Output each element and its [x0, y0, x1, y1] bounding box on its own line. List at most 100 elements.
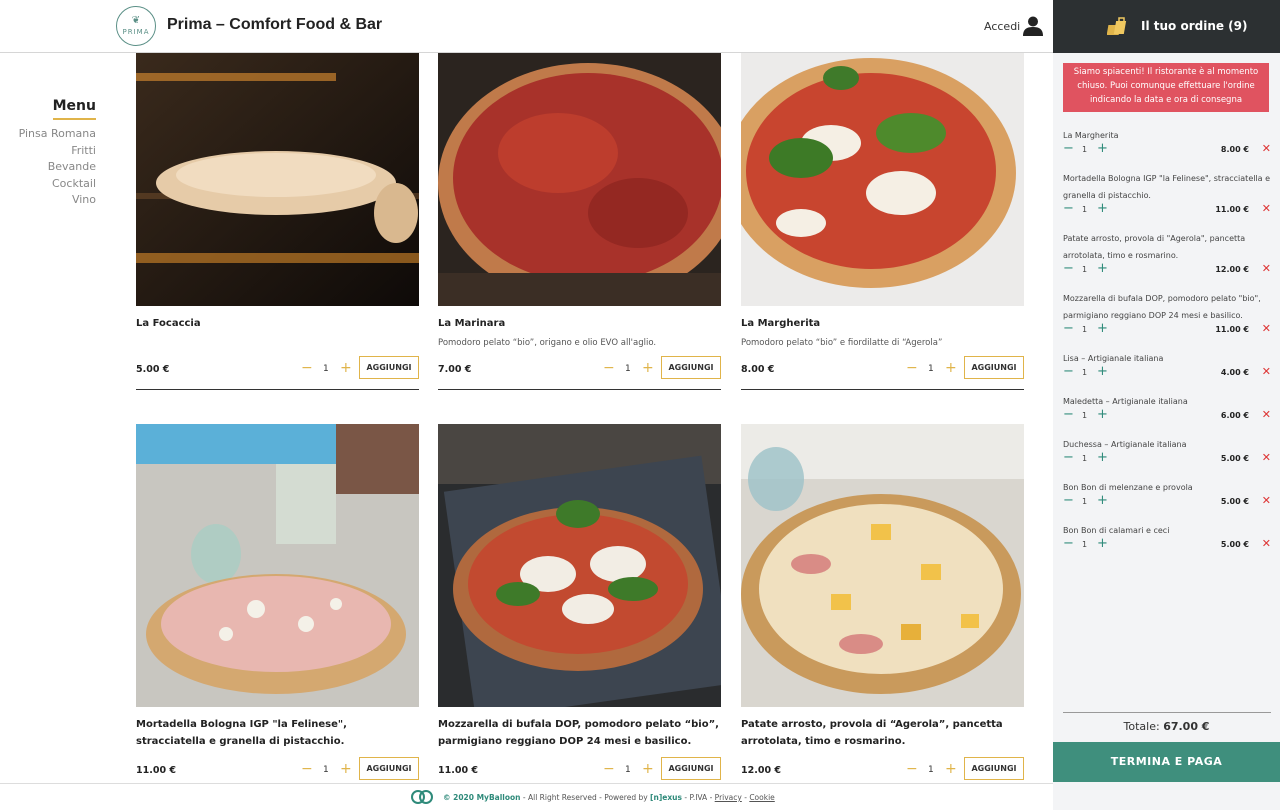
order-decrease-button[interactable]: − [1063, 141, 1074, 156]
remove-item-icon[interactable]: ✕ [1262, 202, 1271, 215]
order-header[interactable]: Il tuo ordine (9) [1053, 0, 1280, 53]
site-footer: © 2020 MyBalloon - All Right Reserved - … [0, 783, 1053, 810]
qty-value: 1 [928, 364, 934, 374]
qty-value: 1 [625, 765, 631, 775]
remove-item-icon[interactable]: ✕ [1262, 142, 1271, 155]
increase-qty-button[interactable]: + [340, 761, 352, 777]
add-to-cart-button[interactable]: AGGIUNGI [359, 356, 419, 379]
privacy-link[interactable]: Privacy [715, 793, 742, 802]
product-name: La Margherita [741, 318, 821, 329]
user-icon[interactable] [1022, 15, 1044, 37]
brand-title: Prima – Comfort Food & Bar [167, 16, 383, 33]
increase-qty-button[interactable]: + [945, 761, 957, 777]
total-value: 67.00 € [1163, 720, 1210, 733]
qty-value: 1 [625, 364, 631, 374]
remove-item-icon[interactable]: ✕ [1262, 537, 1271, 550]
order-increase-button[interactable]: + [1097, 364, 1108, 379]
order-item-price: 11.00 € [1215, 325, 1249, 334]
increase-qty-button[interactable]: + [340, 360, 352, 376]
product-image-marinara [438, 53, 721, 306]
order-item-qty: 1 [1082, 265, 1088, 274]
order-item-name: Bon Bon di calamari e ceci [1063, 526, 1170, 535]
order-increase-button[interactable]: + [1097, 141, 1108, 156]
order-item: Mozzarella di bufala DOP, pomodoro pelat… [1063, 290, 1271, 338]
order-increase-button[interactable]: + [1097, 407, 1108, 422]
product-description: Pomodoro pelato “bio”, origano e olio EV… [438, 338, 657, 348]
decrease-qty-button[interactable]: − [906, 360, 918, 376]
closed-alert: Siamo spiacenti! Il ristorante è al mome… [1063, 63, 1269, 112]
remove-item-icon[interactable]: ✕ [1262, 262, 1271, 275]
product-actions: 8.00 € − 1 + AGGIUNGI [741, 356, 1024, 390]
order-decrease-button[interactable]: − [1063, 536, 1074, 551]
decrease-qty-button[interactable]: − [301, 761, 313, 777]
remove-item-icon[interactable]: ✕ [1262, 451, 1271, 464]
login-link[interactable]: Accedi [984, 20, 1020, 33]
order-item-price: 6.00 € [1220, 411, 1249, 420]
order-increase-button[interactable]: + [1097, 493, 1108, 508]
order-item-price: 5.00 € [1220, 454, 1249, 463]
order-item-price: 5.00 € [1220, 497, 1249, 506]
order-increase-button[interactable]: + [1097, 201, 1108, 216]
menu-item-cocktail[interactable]: Cocktail [0, 176, 96, 193]
product-card: Patate arrosto, provola di “Agerola”, pa… [741, 424, 1024, 791]
decrease-qty-button[interactable]: − [603, 761, 615, 777]
order-decrease-button[interactable]: − [1063, 407, 1074, 422]
site-header: ❦ PRIMA Prima – Comfort Food & Bar Acced… [0, 0, 1053, 53]
product-price: 12.00 € [741, 765, 781, 776]
category-menu: Menu Pinsa Romana Fritti Bevande Cocktai… [0, 95, 106, 209]
prima-logo[interactable]: ❦ PRIMA [116, 6, 156, 46]
product-price: 11.00 € [438, 765, 478, 776]
menu-item-vino[interactable]: Vino [0, 192, 96, 209]
add-to-cart-button[interactable]: AGGIUNGI [964, 356, 1024, 379]
order-item-name: Mozzarella di bufala DOP, pomodoro pelat… [1063, 294, 1261, 320]
order-total: Totale: 67.00 € [1053, 720, 1280, 733]
order-increase-button[interactable]: + [1097, 450, 1108, 465]
total-divider [1063, 712, 1271, 713]
shopping-bag-icon [1107, 17, 1127, 35]
order-items-list: La Margherita − 1 + 8.00 € ✕ Mortadella … [1063, 127, 1271, 565]
order-item-qty: 1 [1082, 411, 1088, 420]
remove-item-icon[interactable]: ✕ [1262, 365, 1271, 378]
order-item-name: Mortadella Bologna IGP "la Felinese", st… [1063, 174, 1271, 200]
product-price: 8.00 € [741, 364, 775, 375]
footer-powered-link[interactable]: [n]exus [650, 793, 682, 802]
order-item-price: 5.00 € [1220, 540, 1249, 549]
order-decrease-button[interactable]: − [1063, 364, 1074, 379]
order-decrease-button[interactable]: − [1063, 261, 1074, 276]
checkout-button[interactable]: TERMINA E PAGA [1053, 742, 1280, 782]
add-to-cart-button[interactable]: AGGIUNGI [359, 757, 419, 780]
menu-item-fritti[interactable]: Fritti [0, 143, 96, 160]
add-to-cart-button[interactable]: AGGIUNGI [661, 356, 721, 379]
increase-qty-button[interactable]: + [642, 360, 654, 376]
order-decrease-button[interactable]: − [1063, 201, 1074, 216]
menu-item-pinsa-romana[interactable]: Pinsa Romana [0, 126, 96, 143]
add-to-cart-button[interactable]: AGGIUNGI [964, 757, 1024, 780]
add-to-cart-button[interactable]: AGGIUNGI [661, 757, 721, 780]
order-increase-button[interactable]: + [1097, 321, 1108, 336]
decrease-qty-button[interactable]: − [906, 761, 918, 777]
remove-item-icon[interactable]: ✕ [1262, 494, 1271, 507]
remove-item-icon[interactable]: ✕ [1262, 322, 1271, 335]
product-actions: 5.00 € − 1 + AGGIUNGI [136, 356, 419, 390]
order-item: Maledetta – Artigianale italiana − 1 + 6… [1063, 393, 1271, 424]
order-increase-button[interactable]: + [1097, 261, 1108, 276]
decrease-qty-button[interactable]: − [603, 360, 615, 376]
order-title: Il tuo ordine (9) [1141, 19, 1248, 33]
product-name: Patate arrosto, provola di “Agerola”, pa… [741, 719, 1003, 747]
decrease-qty-button[interactable]: − [301, 360, 313, 376]
remove-item-icon[interactable]: ✕ [1262, 408, 1271, 421]
order-increase-button[interactable]: + [1097, 536, 1108, 551]
order-decrease-button[interactable]: − [1063, 493, 1074, 508]
order-item-qty: 1 [1082, 325, 1088, 334]
menu-item-bevande[interactable]: Bevande [0, 159, 96, 176]
order-item-qty: 1 [1082, 454, 1088, 463]
order-item-qty: 1 [1082, 145, 1088, 154]
increase-qty-button[interactable]: + [945, 360, 957, 376]
order-decrease-button[interactable]: − [1063, 321, 1074, 336]
order-decrease-button[interactable]: − [1063, 450, 1074, 465]
cookie-link[interactable]: Cookie [749, 793, 774, 802]
qty-value: 1 [323, 364, 329, 374]
order-item-price: 12.00 € [1215, 265, 1249, 274]
increase-qty-button[interactable]: + [642, 761, 654, 777]
order-item-name: Bon Bon di melenzane e provola [1063, 483, 1193, 492]
